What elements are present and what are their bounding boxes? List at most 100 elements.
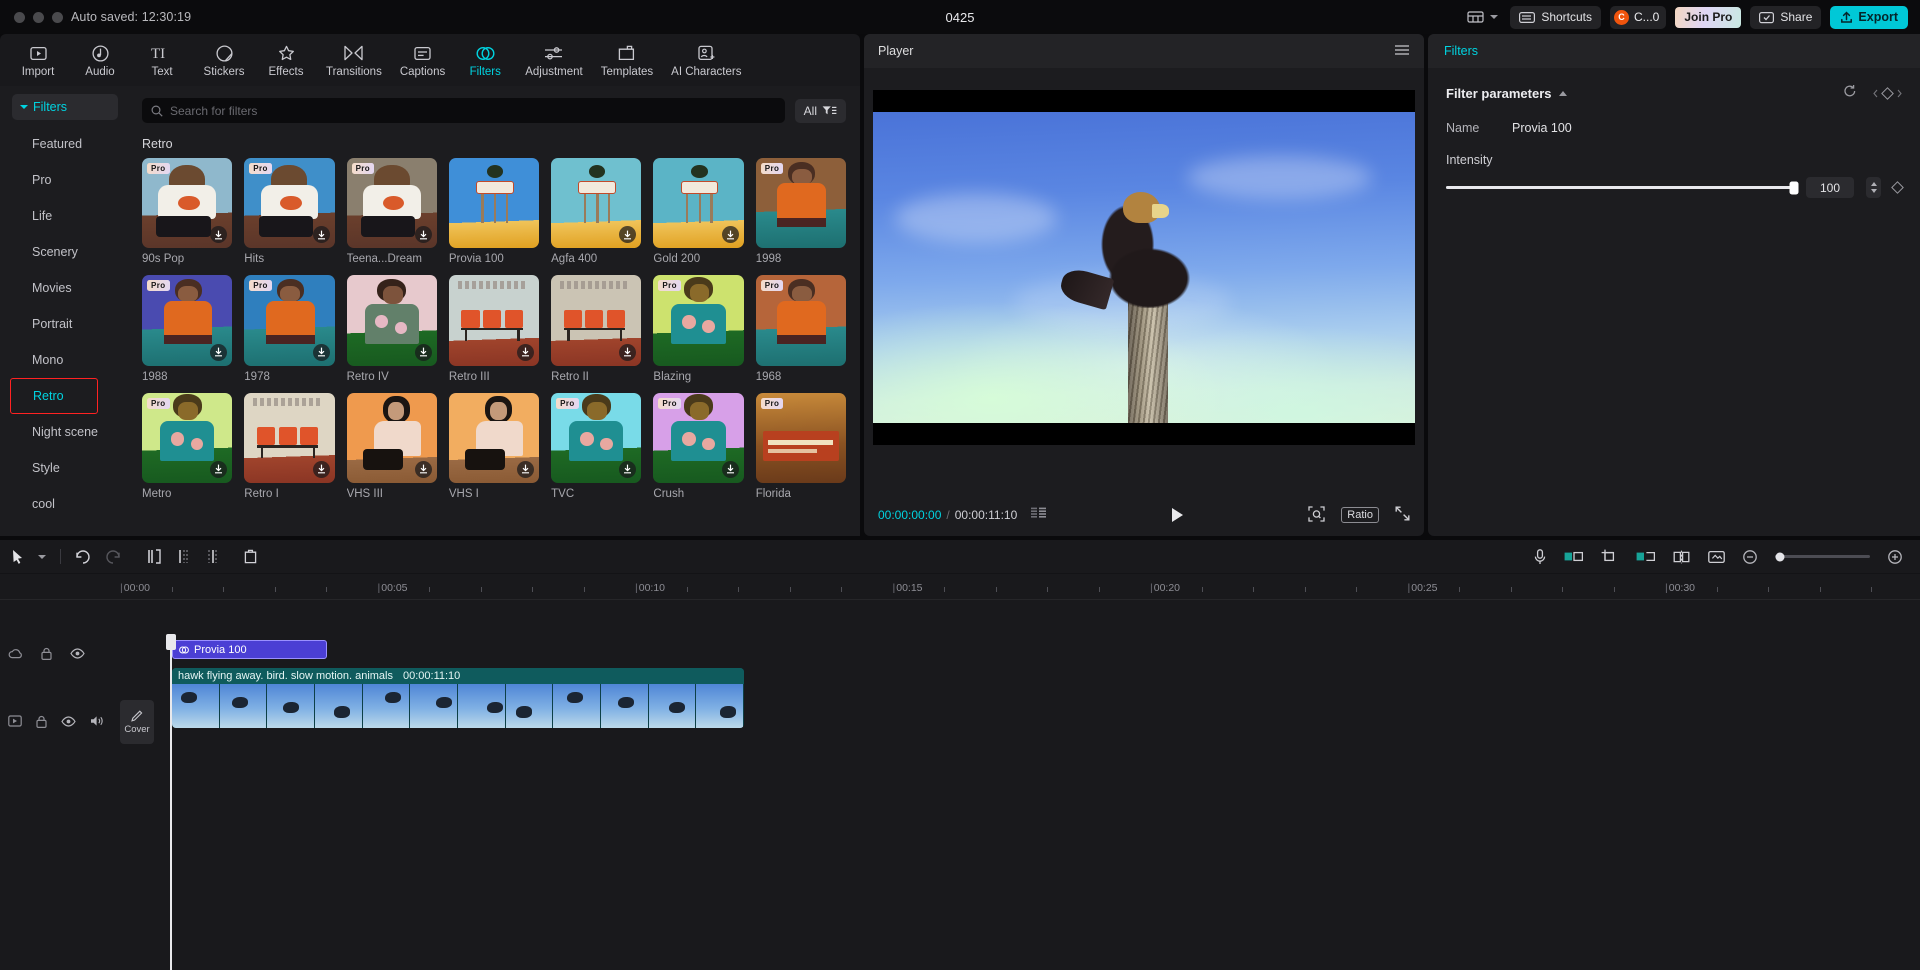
intensity-keyframe-icon[interactable]: [1891, 181, 1904, 194]
filter-item[interactable]: ProFlorida: [756, 393, 846, 500]
filter-thumbnail[interactable]: [653, 158, 743, 248]
download-icon[interactable]: [722, 226, 739, 243]
eye-icon[interactable]: [61, 716, 76, 727]
download-icon[interactable]: [210, 344, 227, 361]
filter-item[interactable]: Provia 100: [449, 158, 539, 265]
filter-thumbnail[interactable]: Pro: [653, 275, 743, 365]
zoom-fit-icon[interactable]: [1308, 506, 1325, 525]
filter-item[interactable]: Retro IV: [347, 275, 437, 382]
speaker-icon[interactable]: [90, 715, 104, 727]
download-icon[interactable]: [415, 226, 432, 243]
join-pro-button[interactable]: Join Pro: [1675, 7, 1741, 28]
filter-thumbnail[interactable]: [551, 275, 641, 365]
search-input[interactable]: [170, 104, 776, 118]
reset-icon[interactable]: [1843, 84, 1857, 103]
download-icon[interactable]: [415, 344, 432, 361]
sidebar-item-cool[interactable]: cool: [0, 486, 128, 522]
download-icon[interactable]: [722, 461, 739, 478]
tool-ai-characters[interactable]: AI Characters: [663, 41, 749, 80]
filter-clip[interactable]: Provia 100: [172, 640, 327, 659]
filter-thumbnail[interactable]: Pro: [142, 158, 232, 248]
filter-item[interactable]: ProHits: [244, 158, 334, 265]
frame-advance-icon[interactable]: [1031, 507, 1047, 523]
sidebar-item-style[interactable]: Style: [0, 450, 128, 486]
filter-thumbnail[interactable]: [449, 393, 539, 483]
maximize-window-button[interactable]: [52, 12, 63, 23]
search-box[interactable]: [142, 98, 785, 123]
playhead-grip[interactable]: [166, 634, 176, 650]
category-group-filters[interactable]: Filters: [12, 94, 118, 120]
trash-icon[interactable]: [244, 549, 257, 564]
tool-adjustment[interactable]: Adjustment: [517, 41, 591, 80]
timeline-zoom-knob[interactable]: [1776, 552, 1785, 561]
sidebar-item-scenery[interactable]: Scenery: [0, 234, 128, 270]
lock-icon[interactable]: [36, 715, 47, 728]
zoom-out-icon[interactable]: [1743, 550, 1757, 564]
keyframe-diamond-icon[interactable]: [1881, 87, 1894, 100]
filter-thumbnail[interactable]: [347, 393, 437, 483]
chevron-down-icon[interactable]: [38, 555, 46, 559]
filter-item[interactable]: ProTeena...Dream: [347, 158, 437, 265]
layout-button[interactable]: [1464, 6, 1501, 29]
trim-right-icon[interactable]: [205, 549, 220, 564]
eye-icon[interactable]: [70, 648, 85, 659]
filter-item[interactable]: ProTVC: [551, 393, 641, 500]
sidebar-item-portrait[interactable]: Portrait: [0, 306, 128, 342]
all-filter-button[interactable]: All: [795, 99, 846, 123]
filter-item[interactable]: VHS III: [347, 393, 437, 500]
download-icon[interactable]: [313, 461, 330, 478]
mask-icon[interactable]: [1564, 550, 1583, 563]
keyframe-control[interactable]: [1873, 89, 1902, 98]
intensity-slider[interactable]: [1446, 186, 1794, 189]
filter-thumbnail[interactable]: Pro: [142, 275, 232, 365]
speed-icon[interactable]: [1636, 550, 1655, 563]
filter-item[interactable]: Pro1998: [756, 158, 846, 265]
timeline-zoom-slider[interactable]: [1775, 555, 1870, 558]
intensity-value[interactable]: 100: [1806, 177, 1854, 198]
download-icon[interactable]: [313, 226, 330, 243]
filter-thumbnail[interactable]: Pro: [244, 275, 334, 365]
download-icon[interactable]: [313, 344, 330, 361]
close-window-button[interactable]: [14, 12, 25, 23]
sidebar-item-retro[interactable]: Retro: [10, 378, 98, 414]
shortcuts-button[interactable]: Shortcuts: [1510, 6, 1601, 29]
sidebar-item-pro[interactable]: Pro: [0, 162, 128, 198]
video-clip[interactable]: hawk flying away. bird. slow motion. ani…: [172, 668, 744, 728]
filter-thumbnail[interactable]: Pro: [756, 393, 846, 483]
filter-item[interactable]: Gold 200: [653, 158, 743, 265]
auto-cut-icon[interactable]: [1673, 550, 1690, 564]
redo-icon[interactable]: [105, 550, 121, 564]
sidebar-item-movies[interactable]: Movies: [0, 270, 128, 306]
sidebar-item-featured[interactable]: Featured: [0, 126, 128, 162]
sidebar-item-night-scene[interactable]: Night scene: [0, 414, 128, 450]
filter-item[interactable]: ProCrush: [653, 393, 743, 500]
filter-item[interactable]: ProMetro: [142, 393, 232, 500]
download-icon[interactable]: [619, 344, 636, 361]
filter-thumbnail[interactable]: [449, 158, 539, 248]
window-controls[interactable]: [14, 12, 63, 23]
filter-thumbnail[interactable]: [551, 158, 641, 248]
export-button[interactable]: Export: [1830, 6, 1908, 29]
filter-thumbnail[interactable]: Pro: [244, 158, 334, 248]
stepper-up-icon[interactable]: [1871, 182, 1877, 186]
tool-filters[interactable]: Filters: [455, 41, 515, 80]
share-button[interactable]: Share: [1750, 6, 1821, 29]
intensity-stepper[interactable]: [1866, 177, 1881, 198]
ratio-button[interactable]: Ratio: [1341, 507, 1379, 523]
tool-stickers[interactable]: Stickers: [194, 41, 254, 80]
filter-item[interactable]: Pro1968: [756, 275, 846, 382]
tool-captions[interactable]: Captions: [392, 41, 453, 80]
filter-thumbnail[interactable]: Pro: [142, 393, 232, 483]
stepper-down-icon[interactable]: [1871, 189, 1877, 193]
filter-item[interactable]: Pro1978: [244, 275, 334, 382]
video-stage[interactable]: [873, 90, 1415, 445]
play-button[interactable]: [1172, 508, 1183, 522]
filter-parameters-title[interactable]: Filter parameters: [1446, 86, 1567, 101]
filter-item[interactable]: ProBlazing: [653, 275, 743, 382]
cover-button[interactable]: Cover: [120, 700, 154, 744]
timeline-ruler[interactable]: 00:0000:0500:1000:1500:2000:2500:30: [0, 574, 1920, 600]
filter-thumbnail[interactable]: Pro: [653, 393, 743, 483]
filter-thumbnail[interactable]: [244, 393, 334, 483]
caret-up-icon[interactable]: [1559, 91, 1567, 96]
download-icon[interactable]: [517, 461, 534, 478]
